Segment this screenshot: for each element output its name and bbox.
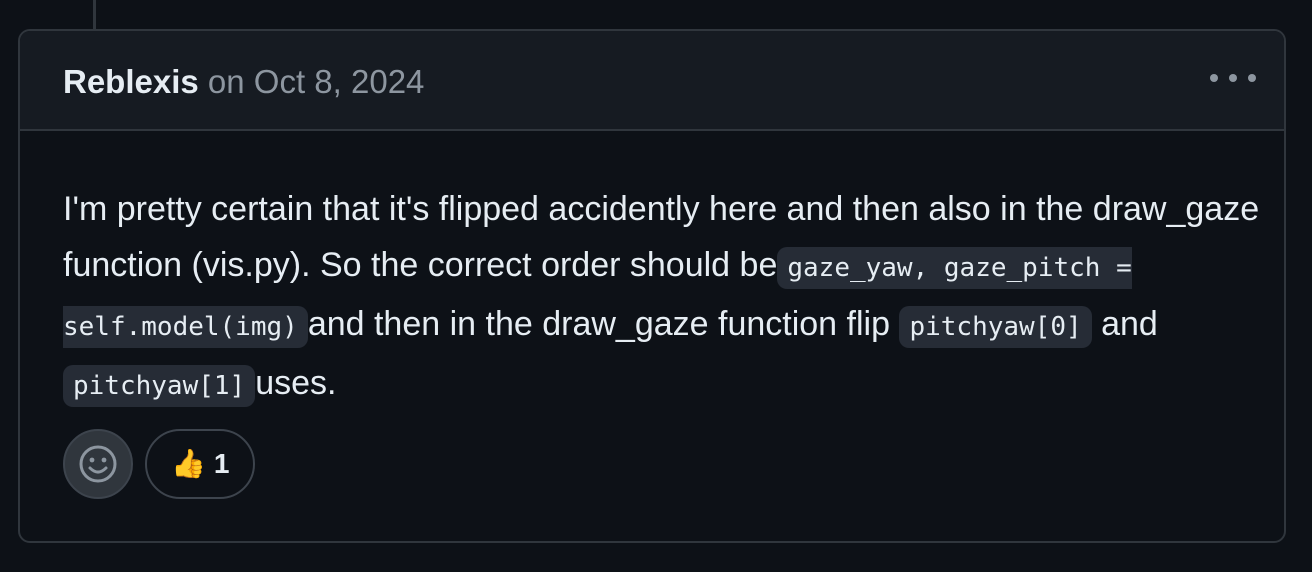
reactions-bar: 👍 1 — [63, 429, 256, 499]
author-link[interactable]: Reblexis — [63, 63, 199, 100]
reaction-count: 1 — [213, 448, 230, 479]
thumbs-up-reaction-button[interactable]: 👍 1 — [145, 429, 256, 499]
comment-date-link[interactable]: on Oct 8, 2024 — [208, 63, 424, 100]
comment-text: and then in the draw_gaze function flip — [307, 305, 900, 343]
comment-options-button[interactable] — [1208, 61, 1258, 95]
timeline-connector — [93, 0, 96, 30]
comment-author-line: Reblexis on Oct 8, 2024 — [63, 63, 424, 101]
comment-card: Reblexis on Oct 8, 2024 I'm pretty certa… — [18, 29, 1286, 543]
smiley-icon — [79, 445, 117, 483]
comment-paragraph: I'm pretty certain that it's flipped acc… — [63, 181, 1263, 414]
comment-body: I'm pretty certain that it's flipped acc… — [63, 181, 1263, 414]
comment-text: uses. — [255, 364, 337, 402]
add-reaction-button[interactable] — [63, 429, 133, 499]
inline-code: pitchyaw[0] — [899, 306, 1092, 348]
kebab-horizontal-icon — [1210, 74, 1256, 82]
thumbs-up-icon: 👍 — [171, 448, 206, 479]
comment-header: Reblexis on Oct 8, 2024 — [20, 31, 1284, 131]
inline-code: pitchyaw[1] — [63, 365, 256, 407]
comment-text: and — [1091, 305, 1158, 343]
